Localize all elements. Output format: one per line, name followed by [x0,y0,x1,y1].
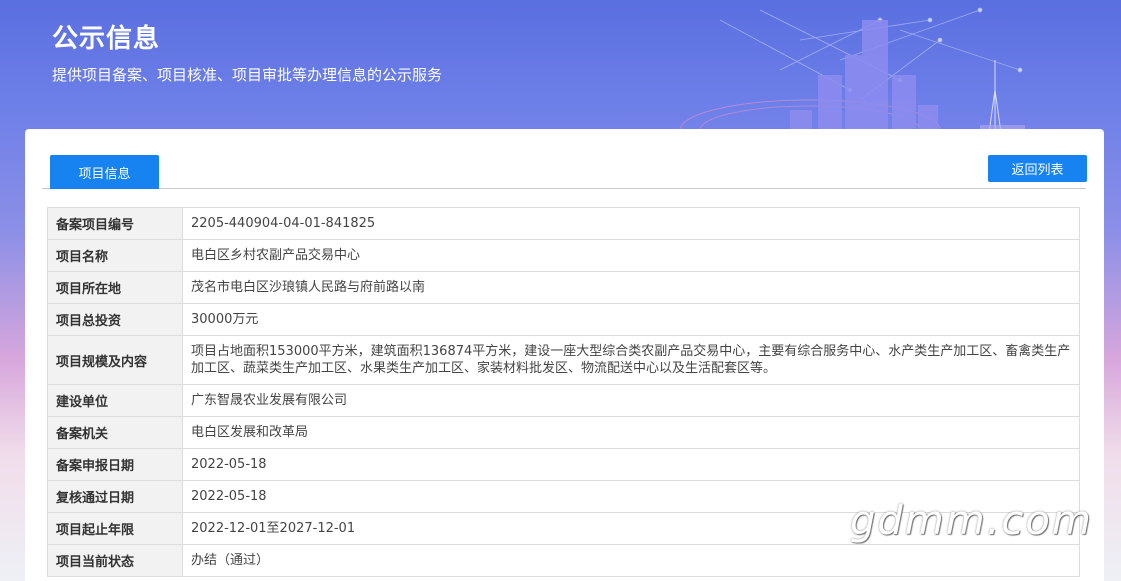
table-row: 备案项目编号 2205-440904-04-01-841825 [47,207,1080,240]
tab-bar: 项目信息 返回列表 [42,155,1087,189]
back-to-list-button[interactable]: 返回列表 [988,155,1087,182]
city-skyline-illustration [679,7,1025,140]
row-label: 项目规模及内容 [47,335,183,385]
row-value: 30000万元 [182,303,1080,336]
table-row: 项目所在地 茂名市电白区沙琅镇人民路与府前路以南 [47,271,1080,304]
row-label: 项目总投资 [47,303,183,336]
table-row: 项目名称 电白区乡村农副产品交易中心 [47,239,1080,272]
row-label: 项目起止年限 [47,512,183,545]
row-label: 备案机关 [47,416,183,449]
row-label: 项目当前状态 [47,544,183,577]
row-value: 项目占地面积153000平方米，建筑面积136874平方米，建设一座大型综合类农… [182,335,1080,385]
page-subtitle: 提供项目备案、项目核准、项目审批等办理信息的公示服务 [52,66,443,84]
row-label: 项目所在地 [47,271,183,304]
row-value: 茂名市电白区沙琅镇人民路与府前路以南 [182,271,1080,304]
row-label: 建设单位 [47,384,183,417]
table-row: 项目规模及内容 项目占地面积153000平方米，建筑面积136874平方米，建设… [47,335,1080,385]
row-value: 电白区发展和改革局 [182,416,1080,449]
row-value: 广东智晟农业发展有限公司 [182,384,1080,417]
site-watermark: gdmm.com [850,498,1093,544]
table-row: 项目当前状态 办结（通过） [47,544,1080,577]
table-row: 建设单位 广东智晟农业发展有限公司 [47,384,1080,417]
row-label: 备案申报日期 [47,448,183,481]
row-label: 项目名称 [47,239,183,272]
table-row: 项目总投资 30000万元 [47,303,1080,336]
page-title: 公示信息 [52,24,161,54]
row-value: 2022-05-18 [182,448,1080,481]
row-value: 2205-440904-04-01-841825 [182,207,1080,240]
row-value: 电白区乡村农副产品交易中心 [182,239,1080,272]
row-label: 备案项目编号 [47,207,183,240]
row-value: 办结（通过） [182,544,1080,577]
row-label: 复核通过日期 [47,480,183,513]
tab-project-info[interactable]: 项目信息 [50,155,159,189]
table-row: 备案申报日期 2022-05-18 [47,448,1080,481]
table-row: 备案机关 电白区发展和改革局 [47,416,1080,449]
